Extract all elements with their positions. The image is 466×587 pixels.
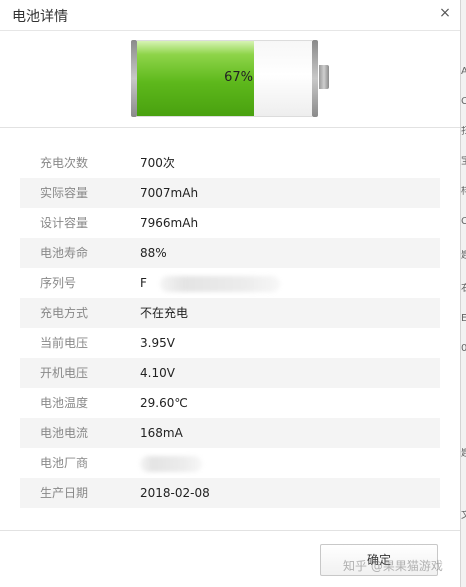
background-char: 文 (461, 510, 466, 522)
background-char: 宝 (461, 156, 466, 168)
background-char: 题 (461, 250, 466, 262)
detail-label: 实际容量 (40, 186, 89, 200)
detail-value: 168mA (140, 426, 183, 440)
detail-value: 700次 (140, 156, 175, 170)
detail-value: F (140, 276, 147, 290)
detail-label: 电池厂商 (40, 456, 89, 470)
detail-value: 29.60℃ (140, 396, 188, 410)
detail-label: 设计容量 (40, 216, 89, 230)
ok-button[interactable]: 确定 (320, 544, 438, 576)
footer-divider (0, 530, 460, 531)
detail-row-serial-number: 序列号 F (20, 268, 440, 298)
detail-row-temperature: 电池温度 29.60℃ (20, 388, 440, 418)
redaction-blur (160, 276, 280, 292)
detail-label: 电池电流 (40, 426, 89, 440)
divider (0, 127, 460, 128)
detail-value: 88% (140, 246, 167, 260)
detail-label: 电池寿命 (40, 246, 89, 260)
detail-row-charge-cycles: 充电次数 700次 (20, 148, 440, 178)
background-char: 扫 (461, 126, 466, 138)
detail-value: 3.95V (140, 336, 175, 350)
detail-row-manufacture-date: 生产日期 2018-02-08 (20, 478, 440, 508)
detail-label: 序列号 (40, 276, 77, 290)
title-bar: 电池详情 × (0, 0, 460, 31)
detail-row-actual-capacity: 实际容量 7007mAh (20, 178, 440, 208)
detail-row-charging-mode: 充电方式 不在充电 (20, 298, 440, 328)
detail-value: 7966mAh (140, 216, 199, 230)
dialog-title: 电池详情 (12, 9, 68, 25)
detail-label: 充电方式 (40, 306, 89, 320)
background-char: C (461, 96, 466, 107)
detail-label: 电池温度 (40, 396, 89, 410)
detail-value: 7007mAh (140, 186, 199, 200)
background-char: 样 (461, 186, 466, 198)
background-char: 0 (461, 343, 466, 354)
battery-right-frame (312, 40, 318, 117)
detail-row-design-capacity: 设计容量 7966mAh (20, 208, 440, 238)
detail-label: 开机电压 (40, 366, 89, 380)
background-char: 题 (461, 448, 466, 460)
battery-body: 67% (137, 40, 312, 117)
redaction-blur (140, 456, 202, 472)
detail-value: 4.10V (140, 366, 175, 380)
background-char: C (461, 216, 466, 227)
battery-level-fill (137, 41, 255, 116)
background-char: 右 (461, 283, 466, 295)
battery-details-dialog: 电池详情 × 67% 充电次数 700次 实际容量 7007mAh 设计容量 7… (0, 0, 461, 587)
detail-row-battery-health: 电池寿命 88% (20, 238, 440, 268)
detail-label: 当前电压 (40, 336, 89, 350)
close-icon[interactable]: × (437, 5, 453, 21)
detail-row-current-voltage: 当前电压 3.95V (20, 328, 440, 358)
detail-value: 2018-02-08 (140, 486, 210, 500)
detail-row-current: 电池电流 168mA (20, 418, 440, 448)
detail-row-manufacturer: 电池厂商 (20, 448, 440, 478)
detail-row-boot-voltage: 开机电压 4.10V (20, 358, 440, 388)
background-char: E (461, 313, 466, 324)
detail-label: 充电次数 (40, 156, 89, 170)
battery-details-table: 充电次数 700次 实际容量 7007mAh 设计容量 7966mAh 电池寿命… (20, 148, 440, 508)
detail-value: 不在充电 (140, 306, 189, 320)
background-char: A (461, 66, 466, 77)
battery-terminal (319, 65, 329, 89)
detail-label: 生产日期 (40, 486, 89, 500)
battery-graphic: 67% (131, 40, 318, 117)
